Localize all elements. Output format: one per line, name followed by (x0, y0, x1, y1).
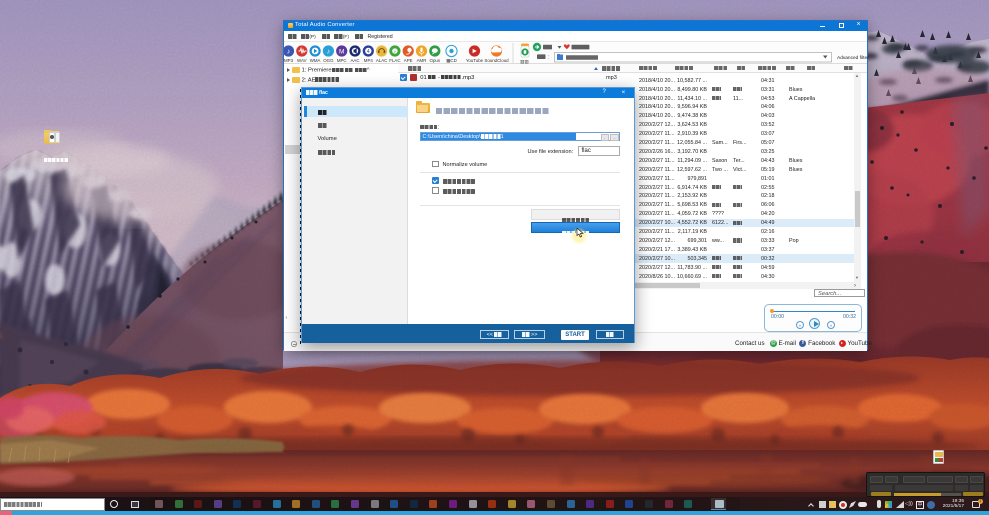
svg-text:MP3: MP3 (284, 58, 294, 63)
svg-text:M: M (339, 48, 344, 55)
svg-text:YouTube: YouTube (466, 58, 484, 63)
svg-text:♪: ♪ (327, 48, 331, 55)
svg-text:Opus: Opus (430, 58, 441, 63)
svg-text:SoundCloud: SoundCloud (484, 58, 509, 63)
svg-text:♪: ♪ (287, 48, 291, 55)
svg-text:AMR: AMR (417, 58, 427, 63)
svg-text:4: 4 (367, 49, 370, 55)
svg-text:MP4: MP4 (364, 58, 374, 63)
svg-text::: : (548, 54, 549, 60)
svg-text:OGG: OGG (323, 58, 334, 63)
svg-text:AAC: AAC (350, 58, 359, 63)
svg-text:WAV: WAV (297, 58, 307, 63)
svg-text:▥▥: ▥▥ (520, 59, 529, 64)
svg-text:APE: APE (404, 58, 413, 63)
svg-text:Advanced filter: Advanced filter (837, 55, 869, 61)
svg-text:ALAC: ALAC (376, 58, 387, 63)
svg-text:♪: ♪ (394, 49, 396, 54)
svg-text:WMA: WMA (310, 58, 321, 63)
svg-text:▩CD: ▩CD (446, 58, 457, 63)
svg-text:FLAC: FLAC (389, 58, 400, 63)
svg-text:MPC: MPC (337, 58, 347, 63)
